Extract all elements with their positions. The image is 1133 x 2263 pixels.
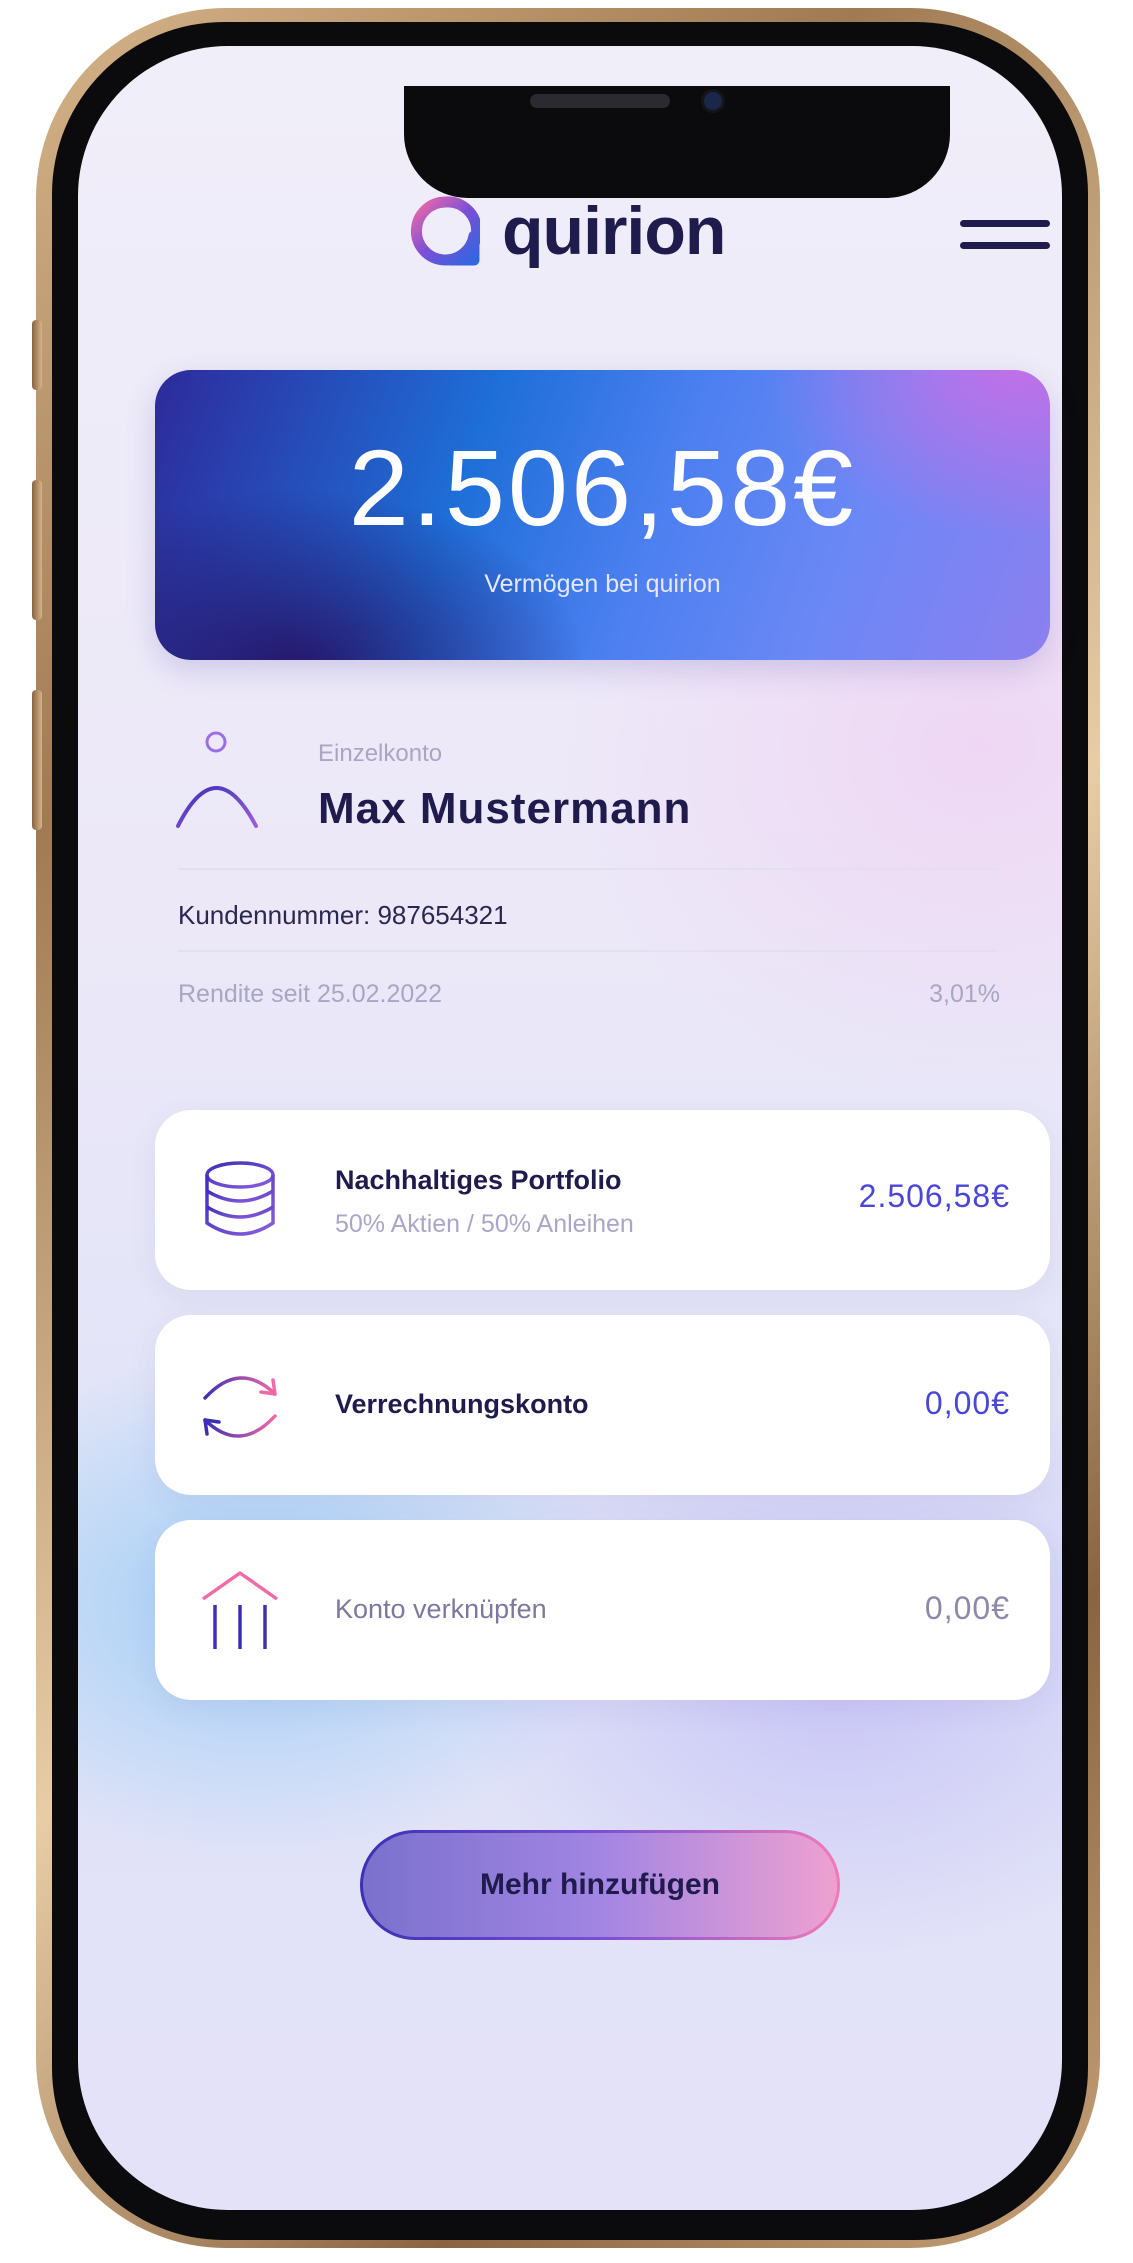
user-icon (176, 731, 258, 828)
phone-side-button (32, 320, 42, 390)
row-value: 0,00€ (924, 1385, 1010, 1421)
row-title: Verrechnungskonto (335, 1389, 589, 1419)
bank-building-icon (201, 1571, 279, 1649)
row-value: 0,00€ (924, 1590, 1010, 1626)
return-label: Rendite seit 25.02.2022 (178, 980, 443, 1008)
account-type: Einzelkonto (318, 740, 443, 767)
divider (178, 950, 998, 952)
divider (178, 868, 998, 870)
menu-line (960, 220, 1050, 227)
speaker (530, 94, 670, 108)
row-title: Nachhaltiges Portfolio (335, 1165, 622, 1195)
coin-stack-icon (205, 1161, 275, 1236)
portfolio-row[interactable]: Nachhaltiges Portfolio 50% Aktien / 50% … (155, 1110, 1050, 1290)
quirion-logo: quirion (410, 193, 726, 269)
hamburger-menu-icon[interactable] (960, 216, 1050, 252)
row-title: Konto verknüpfen (335, 1594, 547, 1624)
row-value: 2.506,58€ (858, 1178, 1010, 1214)
balance-card: 2.506,58€ Vermögen bei quirion (155, 370, 1050, 660)
clearing-account-row[interactable]: Verrechnungskonto 0,00€ (155, 1315, 1050, 1495)
refresh-arrows-icon (203, 1376, 277, 1438)
logo-text: quirion (502, 193, 726, 269)
add-more-button[interactable]: Mehr hinzufügen (360, 1830, 840, 1940)
phone-volume-down-button (32, 690, 42, 830)
front-camera (704, 92, 722, 110)
customer-number: Kundennummer: 987654321 (178, 900, 508, 930)
phone-volume-up-button (32, 480, 42, 620)
notch (404, 86, 950, 198)
row-subtitle: 50% Aktien / 50% Anleihen (335, 1210, 634, 1238)
menu-line (960, 242, 1050, 249)
quirion-logo-icon (410, 196, 480, 266)
balance-label: Vermögen bei quirion (484, 570, 721, 598)
account-name: Max Mustermann (318, 784, 692, 833)
return-value: 3,01% (929, 980, 1000, 1008)
link-account-row[interactable]: Konto verknüpfen 0,00€ (155, 1520, 1050, 1700)
balance-amount: 2.506,58€ (348, 427, 857, 548)
